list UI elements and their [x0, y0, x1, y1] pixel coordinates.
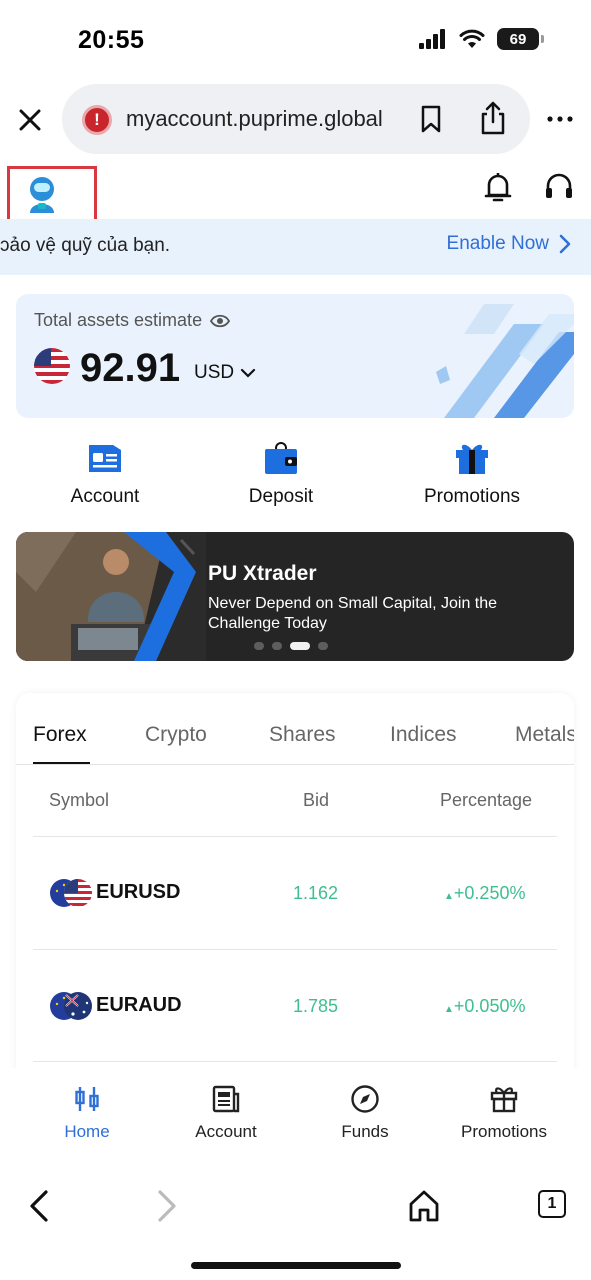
percentage-text: +0.050% — [453, 996, 526, 1016]
tab-crypto[interactable]: Crypto — [145, 723, 207, 747]
carousel-dot[interactable] — [318, 642, 328, 650]
cellular-signal-icon — [419, 29, 445, 49]
quick-action-promotions-label: Promotions — [423, 486, 521, 507]
gift-icon — [456, 444, 488, 474]
column-header-bid: Bid — [303, 790, 330, 810]
status-time: 20:55 — [78, 26, 145, 54]
quick-action-deposit[interactable]: Deposit — [238, 440, 324, 508]
nav-label-account: Account — [195, 1122, 257, 1141]
battery-indicator: 69 — [497, 28, 544, 50]
bid-value: 1.162 — [293, 883, 339, 903]
carousel-dots — [254, 642, 328, 650]
nav-item-promotions[interactable]: Promotions — [452, 1084, 556, 1142]
tabs-count-button[interactable]: 1 — [538, 1190, 566, 1218]
market-watch-card: Forex Crypto Shares Indices Metals Symbo… — [16, 693, 574, 1093]
bid-value: 1.785 — [293, 996, 339, 1016]
close-icon[interactable] — [16, 106, 44, 134]
chevron-down-icon — [241, 368, 256, 378]
tab-shares[interactable]: Shares — [269, 723, 336, 747]
nav-item-funds[interactable]: Funds — [332, 1084, 398, 1142]
nav-item-home[interactable]: Home — [50, 1084, 124, 1142]
url-text: myaccount.puprime.global — [126, 106, 383, 131]
browser-toolbar: 1 — [0, 1170, 591, 1280]
nav-label-funds: Funds — [341, 1122, 389, 1141]
percentage-value: ▲+0.250% — [444, 883, 525, 904]
table-row-euraud[interactable]: EURAUD 1.785 ▲+0.050% — [33, 949, 557, 1062]
active-tab-underline — [33, 762, 90, 764]
currency-select[interactable]: USD — [194, 362, 256, 384]
wifi-icon — [459, 29, 485, 48]
carousel-dot-active[interactable] — [290, 642, 310, 650]
quick-actions: Account Deposit Promotions — [0, 440, 591, 512]
percentage-value: ▲+0.050% — [444, 996, 525, 1017]
assets-label: Total assets estimate — [34, 310, 231, 331]
nav-item-account[interactable]: Account — [188, 1084, 264, 1142]
promo-subtitle: Never Depend on Small Capital, Join the … — [208, 595, 498, 632]
home-icon[interactable] — [406, 1188, 442, 1224]
compass-icon — [351, 1085, 379, 1113]
back-icon[interactable] — [22, 1188, 58, 1224]
quick-action-promotions[interactable]: Promotions — [420, 440, 524, 508]
column-header-symbol: Symbol — [49, 790, 110, 810]
nav-label-promotions: Promotions — [461, 1122, 547, 1141]
status-icons: 69 — [419, 28, 544, 50]
tab-indices[interactable]: Indices — [390, 723, 457, 747]
assets-label-text: Total assets estimate — [34, 310, 203, 330]
eu-au-flag-icon — [50, 992, 92, 1020]
headset-icon[interactable] — [543, 170, 575, 204]
gift-icon — [490, 1087, 518, 1113]
symbol-label: EURAUD — [96, 994, 182, 1016]
us-flag-icon — [34, 348, 70, 384]
symbol-label: EURUSD — [96, 881, 181, 903]
assets-value: 92.91 — [80, 346, 181, 390]
total-assets-card: Total assets estimate 92.91 USD — [16, 294, 574, 418]
wallet-icon — [265, 442, 297, 474]
more-icon[interactable] — [546, 110, 574, 128]
security-notice-banner: ɔảo vệ quỹ của bạn. Enable Now — [0, 219, 591, 275]
account-card-icon — [89, 445, 121, 472]
forward-icon[interactable] — [148, 1188, 184, 1224]
up-triangle-icon: ▲ — [444, 891, 454, 902]
carousel-dot[interactable] — [254, 642, 264, 650]
decorative-glass-graphic — [436, 304, 574, 418]
site-warning-icon[interactable]: ! — [82, 105, 112, 135]
avatar[interactable] — [22, 175, 62, 215]
carousel-dot[interactable] — [272, 642, 282, 650]
promo-title: PU Xtrader — [208, 562, 317, 585]
quick-action-account-label: Account — [70, 486, 140, 507]
percentage-text: +0.250% — [453, 883, 526, 903]
quick-action-account[interactable]: Account — [62, 440, 148, 508]
table-row-eurusd[interactable]: EURUSD 1.162 ▲+0.250% — [33, 836, 557, 949]
tab-metals[interactable]: Metals — [515, 723, 574, 747]
enable-now-link[interactable]: Enable Now — [447, 233, 571, 255]
app-header — [0, 160, 591, 224]
eye-icon[interactable] — [210, 313, 231, 329]
enable-now-label: Enable Now — [446, 233, 549, 254]
status-bar: 20:55 69 — [0, 0, 591, 80]
home-candles-icon — [75, 1087, 99, 1111]
nav-label-home: Home — [64, 1122, 110, 1141]
market-tabs: Forex Crypto Shares Indices Metals — [16, 693, 574, 765]
share-icon[interactable] — [478, 100, 508, 136]
column-header-percentage: Percentage — [440, 790, 533, 810]
account-doc-icon — [212, 1085, 240, 1113]
bell-icon[interactable] — [482, 170, 514, 204]
chevron-right-icon — [559, 234, 571, 254]
promo-banner[interactable]: PU Xtrader Never Depend on Small Capital… — [16, 532, 574, 661]
browser-address-bar: ! myaccount.puprime.global — [0, 84, 591, 156]
promo-trader-image — [16, 532, 206, 661]
eu-us-flag-icon — [50, 879, 92, 907]
tab-forex[interactable]: Forex — [33, 723, 87, 747]
notice-text: ɔảo vệ quỹ của bạn. — [0, 235, 171, 256]
avatar-highlight-box[interactable] — [7, 166, 97, 224]
currency-label: USD — [194, 362, 235, 383]
home-indicator — [191, 1262, 401, 1269]
quick-action-deposit-label: Deposit — [248, 486, 314, 507]
bookmark-icon[interactable] — [418, 104, 444, 134]
url-field[interactable]: ! myaccount.puprime.global — [62, 84, 530, 154]
up-triangle-icon: ▲ — [444, 1004, 454, 1015]
bottom-nav: Home Account Funds Promotions — [0, 1068, 591, 1166]
